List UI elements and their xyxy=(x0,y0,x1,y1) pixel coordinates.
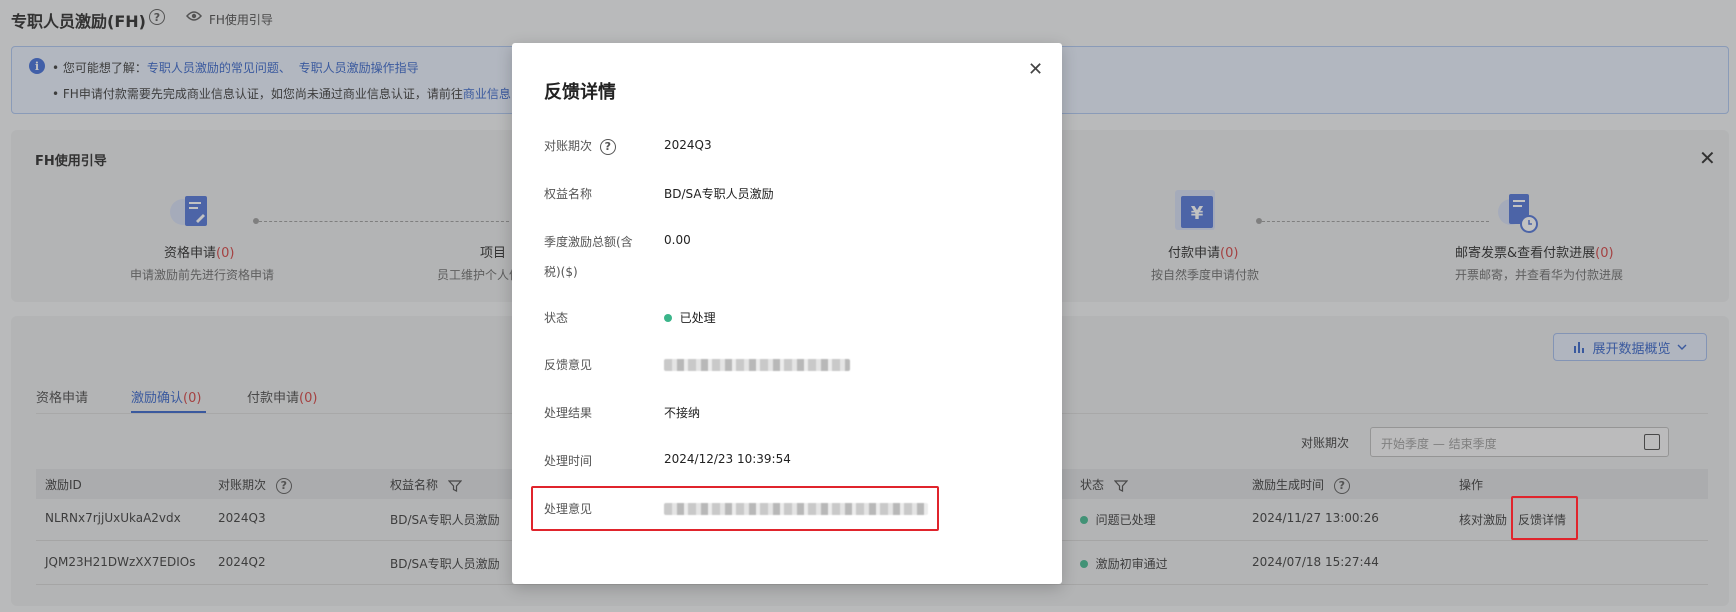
total-value: 0.00 xyxy=(664,233,691,247)
status-value: 已处理 xyxy=(664,309,716,326)
feedback-label: 反馈意见 xyxy=(544,358,593,372)
total-label: 季度激励总额(含 税)($) xyxy=(544,235,633,279)
period-label: 对账期次 ? xyxy=(544,131,616,161)
result-label: 处理结果 xyxy=(544,406,593,420)
status-dot xyxy=(664,314,672,322)
time-label: 处理时间 xyxy=(544,454,593,468)
benefit-label: 权益名称 xyxy=(544,187,593,201)
redacted-feedback xyxy=(664,359,850,371)
help-icon[interactable]: ? xyxy=(599,138,616,155)
close-icon[interactable]: ✕ xyxy=(1028,59,1043,80)
status-label: 状态 xyxy=(544,311,569,325)
highlight-box xyxy=(531,486,939,531)
dialog-title: 反馈详情 xyxy=(544,82,616,103)
time-value: 2024/12/23 10:39:54 xyxy=(664,452,791,466)
result-value: 不接纳 xyxy=(664,406,701,420)
benefit-value: BD/SA专职人员激励 xyxy=(664,187,774,201)
feedback-detail-dialog: 反馈详情 ✕ 对账期次 ? 2024Q3 权益名称 BD/SA专职人员激励 季度… xyxy=(512,43,1062,584)
period-value: 2024Q3 xyxy=(664,138,712,152)
highlight-box xyxy=(1511,496,1578,540)
